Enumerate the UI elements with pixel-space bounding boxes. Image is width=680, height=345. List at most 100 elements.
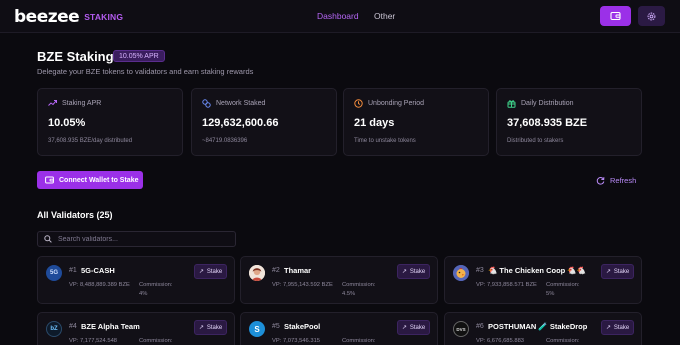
top-navbar: beezee STAKING Dashboard Other xyxy=(0,0,680,33)
stake-button[interactable]: ↗ Stake xyxy=(194,320,227,335)
validator-rank: #4 xyxy=(69,323,77,330)
refresh-icon xyxy=(596,177,605,185)
validator-rank: #1 xyxy=(69,267,77,274)
validators-heading: All Validators (25) xyxy=(37,210,113,220)
commission-value: 5% xyxy=(546,291,555,297)
validator-name: BZE Alpha Team xyxy=(81,322,140,331)
logo-tag: STAKING xyxy=(84,12,124,22)
validator-commission: Commission: 4.5% xyxy=(342,281,392,299)
validator-search[interactable] xyxy=(37,231,236,247)
stake-button[interactable]: ↗ Stake xyxy=(601,264,634,279)
validator-avatar xyxy=(249,265,265,281)
commission-value: 4% xyxy=(139,291,148,297)
stat-label: Unbonding Period xyxy=(368,100,425,107)
stat-card-unbonding-period: Unbonding Period 21 days Time to unstake… xyxy=(343,88,489,156)
validator-card[interactable]: S #5 StakePool ↗ Stake VP: 7,073,546.315… xyxy=(240,312,438,345)
stat-card-staking-apr: Staking APR 10.05% 37,608.935 BZE/day di… xyxy=(37,88,183,156)
validator-voting-power: VP: 7,955,143.592 BZE xyxy=(272,282,333,288)
stat-label: Daily Distribution xyxy=(521,100,574,107)
nav-dashboard[interactable]: Dashboard xyxy=(317,11,359,21)
validator-name: 🐔 The Chicken Coop 🐔🐔 xyxy=(488,266,587,275)
commission-value: 4.5% xyxy=(342,291,356,297)
search-input[interactable] xyxy=(58,235,228,243)
stat-footnote: 37,608.935 BZE/day distributed xyxy=(48,138,133,144)
validator-name: StakePool xyxy=(284,322,321,331)
stat-footnote: Time to unstake tokens xyxy=(354,138,416,144)
stake-button[interactable]: ↗ Stake xyxy=(397,320,430,335)
stat-footnote: Distributed to stakers xyxy=(507,138,564,144)
validator-name: POSTHUMAN 🧪 StakeDrop xyxy=(488,322,588,331)
validator-rank: #3 xyxy=(476,267,484,274)
validator-card[interactable]: #3 🐔 The Chicken Coop 🐔🐔 ↗ Stake VP: 7,9… xyxy=(444,256,642,304)
stat-value: 10.05% xyxy=(48,117,86,129)
arrow-up-right-icon: ↗ xyxy=(605,269,611,275)
commission-label: Commission: xyxy=(342,338,376,344)
validator-name: Thamar xyxy=(284,266,312,275)
clock-icon xyxy=(354,99,363,108)
commission-label: Commission: xyxy=(139,282,173,288)
brand-logo[interactable]: beezee STAKING xyxy=(14,7,123,27)
stat-card-daily-distribution: Daily Distribution 37,608.935 BZE Distri… xyxy=(496,88,642,156)
gift-icon xyxy=(507,100,516,108)
validator-rank: #2 xyxy=(272,267,280,274)
stake-label: Stake xyxy=(409,324,426,331)
stat-value: 37,608.935 BZE xyxy=(507,117,588,129)
validator-avatar: bZ xyxy=(46,321,62,337)
stat-label: Staking APR xyxy=(62,99,102,107)
commission-label: Commission: xyxy=(546,338,580,344)
stake-button[interactable]: ↗ Stake xyxy=(397,264,430,279)
validator-avatar: DVS xyxy=(453,321,469,337)
stat-value: 21 days xyxy=(354,117,395,129)
validator-commission: Commission: 4% xyxy=(139,281,189,299)
apr-badge: 10.05% APR xyxy=(113,50,165,62)
arrow-up-right-icon: ↗ xyxy=(401,325,407,331)
person-portrait-icon xyxy=(249,265,265,281)
validator-rank: #5 xyxy=(272,323,280,330)
validator-avatar: 5G xyxy=(46,265,62,281)
chicken-avatar-icon xyxy=(453,265,469,281)
validator-card[interactable]: DVS #6 POSTHUMAN 🧪 StakeDrop ↗ Stake VP:… xyxy=(444,312,642,345)
validator-rank: #6 xyxy=(476,323,484,330)
validator-card[interactable]: #2 Thamar ↗ Stake VP: 7,955,143.592 BZE … xyxy=(240,256,438,304)
stake-button[interactable]: ↗ Stake xyxy=(601,320,634,335)
validator-card[interactable]: bZ #4 BZE Alpha Team ↗ Stake VP: 7,177,5… xyxy=(37,312,235,345)
search-icon xyxy=(44,235,52,243)
validator-commission: Commission: xyxy=(139,337,189,345)
page-title: BZE Staking xyxy=(37,49,114,64)
wallet-icon xyxy=(45,176,54,184)
validator-voting-power: VP: 7,073,546.315 xyxy=(272,338,321,344)
arrow-up-right-icon: ↗ xyxy=(198,325,204,331)
validator-name: 5G-CASH xyxy=(81,266,115,275)
network-icon xyxy=(202,99,211,108)
validator-voting-power: VP: 7,177,524.548 xyxy=(69,338,118,344)
stake-button[interactable]: ↗ Stake xyxy=(194,264,227,279)
validator-avatar: S xyxy=(249,321,265,337)
stake-label: Stake xyxy=(613,324,630,331)
settings-button[interactable] xyxy=(638,6,665,26)
wallet-icon xyxy=(610,11,621,21)
arrow-up-right-icon: ↗ xyxy=(605,325,611,331)
stat-footnote: ~84719.0836396 xyxy=(202,138,248,144)
stat-card-network-staked: Network Staked 129,632,600.66 ~84719.083… xyxy=(191,88,337,156)
refresh-button[interactable]: Refresh xyxy=(596,176,636,185)
validator-voting-power: VP: 7,933,858.571 BZE xyxy=(476,282,537,288)
validator-card[interactable]: 5G #1 5G-CASH ↗ Stake VP: 8,488,889.389 … xyxy=(37,256,235,304)
validator-commission: Commission: 5% xyxy=(546,281,596,299)
commission-label: Commission: xyxy=(546,282,580,288)
logo-text: beezee xyxy=(14,7,80,27)
stat-label: Network Staked xyxy=(216,100,266,107)
connect-wallet-button[interactable]: Connect Wallet to Stake xyxy=(37,171,143,189)
stake-label: Stake xyxy=(206,268,223,275)
stat-value: 129,632,600.66 xyxy=(202,117,279,129)
arrow-up-right-icon: ↗ xyxy=(401,269,407,275)
gear-icon xyxy=(647,12,656,20)
trending-up-icon xyxy=(48,100,57,106)
validator-avatar xyxy=(453,265,469,281)
validator-commission: Commission: xyxy=(342,337,392,345)
stake-label: Stake xyxy=(613,268,630,275)
wallet-button[interactable] xyxy=(600,6,631,26)
refresh-label: Refresh xyxy=(610,176,637,185)
nav-other[interactable]: Other xyxy=(374,11,395,21)
connect-wallet-label: Connect Wallet to Stake xyxy=(59,176,139,184)
arrow-up-right-icon: ↗ xyxy=(198,269,204,275)
